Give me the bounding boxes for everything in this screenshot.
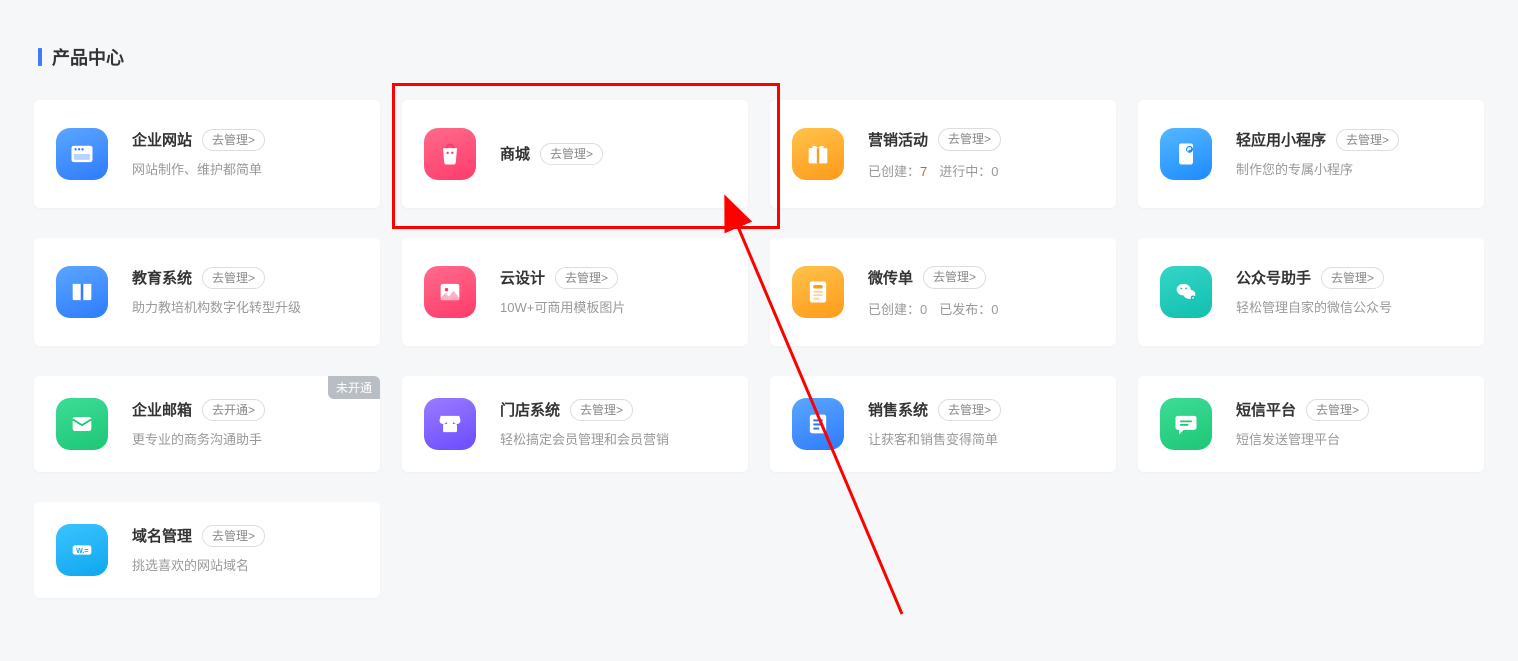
card-stats: 已创建：0已发布：0 <box>868 299 1094 318</box>
card-flyer[interactable]: 微传单 去管理> 已创建：0已发布：0 <box>770 238 1116 346</box>
manage-button[interactable]: 去管理> <box>202 129 265 152</box>
card-sales[interactable]: 销售系统 去管理> 让获客和销售变得简单 <box>770 376 1116 472</box>
card-store[interactable]: 门店系统 去管理> 轻松搞定会员管理和会员营销 <box>402 376 748 472</box>
card-desc: 轻松管理自家的微信公众号 <box>1236 299 1462 317</box>
card-marketing[interactable]: 营销活动 去管理> 已创建：7 进行中：0 <box>770 100 1116 208</box>
section-title-text: 产品中心 <box>52 44 124 70</box>
image-icon <box>424 266 476 318</box>
manage-button[interactable]: 去管理> <box>202 267 265 290</box>
card-title: 门店系统 <box>500 399 560 420</box>
card-mall[interactable]: 商城 去管理> <box>402 100 748 208</box>
card-title: 企业网站 <box>132 129 192 150</box>
card-desc: 短信发送管理平台 <box>1236 431 1462 449</box>
stat-created-value: 7 <box>920 164 927 179</box>
card-website[interactable]: 企业网站 去管理> 网站制作、维护都简单 <box>34 100 380 208</box>
stat-created-label: 已创建： <box>868 302 920 317</box>
card-sms[interactable]: 短信平台 去管理> 短信发送管理平台 <box>1138 376 1484 472</box>
card-desc: 制作您的专属小程序 <box>1236 161 1462 179</box>
stat-running-value: 0 <box>991 164 998 179</box>
mini-program-icon <box>1160 128 1212 180</box>
card-miniprogram[interactable]: 轻应用小程序 去管理> 制作您的专属小程序 <box>1138 100 1484 208</box>
card-stats: 已创建：7 进行中：0 <box>868 161 1094 180</box>
manage-button[interactable]: 去管理> <box>1321 267 1384 290</box>
card-title: 轻应用小程序 <box>1236 129 1326 150</box>
manage-button[interactable]: 去管理> <box>202 525 265 548</box>
card-desc: 网站制作、维护都简单 <box>132 161 358 179</box>
card-title: 教育系统 <box>132 267 192 288</box>
card-domain[interactable]: W.= 域名管理 去管理> 挑选喜欢的网站域名 <box>34 502 380 598</box>
list-icon <box>792 398 844 450</box>
stat-running-label: 已发布： <box>939 302 991 317</box>
section-title: 产品中心 <box>38 44 1484 70</box>
domain-icon: W.= <box>56 524 108 576</box>
card-desc: 挑选喜欢的网站域名 <box>132 557 358 575</box>
gift-icon <box>792 128 844 180</box>
card-title: 商城 <box>500 143 530 164</box>
manage-button[interactable]: 去管理> <box>923 266 986 289</box>
card-title: 营销活动 <box>868 129 928 150</box>
product-grid: 企业网站 去管理> 网站制作、维护都简单 商城 去管理> <box>34 100 1484 598</box>
card-title: 微传单 <box>868 267 913 288</box>
flyer-icon <box>792 266 844 318</box>
stat-created-value: 0 <box>920 302 927 317</box>
manage-button[interactable]: 去管理> <box>540 143 603 166</box>
card-title: 公众号助手 <box>1236 267 1311 288</box>
browser-window-icon <box>56 128 108 180</box>
shopping-bag-icon <box>424 128 476 180</box>
card-desc: 助力教培机构数字化转型升级 <box>132 299 358 317</box>
manage-button[interactable]: 去管理> <box>1306 399 1369 422</box>
envelope-icon <box>56 398 108 450</box>
activate-button[interactable]: 去开通> <box>202 399 265 422</box>
wechat-icon <box>1160 266 1212 318</box>
card-title: 域名管理 <box>132 525 192 546</box>
book-icon <box>56 266 108 318</box>
card-desc: 让获客和销售变得简单 <box>868 431 1094 449</box>
product-center-panel: 产品中心 企业网站 去管理> 网站制作、维护都简单 商城 <box>0 0 1518 628</box>
card-desc: 10W+可商用模板图片 <box>500 299 726 317</box>
stat-running-label: 进行中： <box>939 164 991 179</box>
card-desc: 轻松搞定会员管理和会员营销 <box>500 431 726 449</box>
manage-button[interactable]: 去管理> <box>1336 129 1399 152</box>
chat-bubble-icon <box>1160 398 1212 450</box>
title-bar-icon <box>38 48 42 66</box>
card-email[interactable]: 未开通 企业邮箱 去开通> 更专业的商务沟通助手 <box>34 376 380 472</box>
card-desc: 更专业的商务沟通助手 <box>132 431 358 449</box>
status-badge: 未开通 <box>328 376 380 399</box>
svg-text:W.=: W.= <box>76 548 88 555</box>
card-title: 销售系统 <box>868 399 928 420</box>
card-cloud-design[interactable]: 云设计 去管理> 10W+可商用模板图片 <box>402 238 748 346</box>
manage-button[interactable]: 去管理> <box>938 128 1001 151</box>
manage-button[interactable]: 去管理> <box>938 399 1001 422</box>
card-title: 企业邮箱 <box>132 399 192 420</box>
stat-running-value: 0 <box>991 302 998 317</box>
card-education[interactable]: 教育系统 去管理> 助力教培机构数字化转型升级 <box>34 238 380 346</box>
card-title: 短信平台 <box>1236 399 1296 420</box>
manage-button[interactable]: 去管理> <box>555 267 618 290</box>
store-icon <box>424 398 476 450</box>
manage-button[interactable]: 去管理> <box>570 399 633 422</box>
card-title: 云设计 <box>500 267 545 288</box>
card-wechat[interactable]: 公众号助手 去管理> 轻松管理自家的微信公众号 <box>1138 238 1484 346</box>
stat-created-label: 已创建： <box>868 164 920 179</box>
